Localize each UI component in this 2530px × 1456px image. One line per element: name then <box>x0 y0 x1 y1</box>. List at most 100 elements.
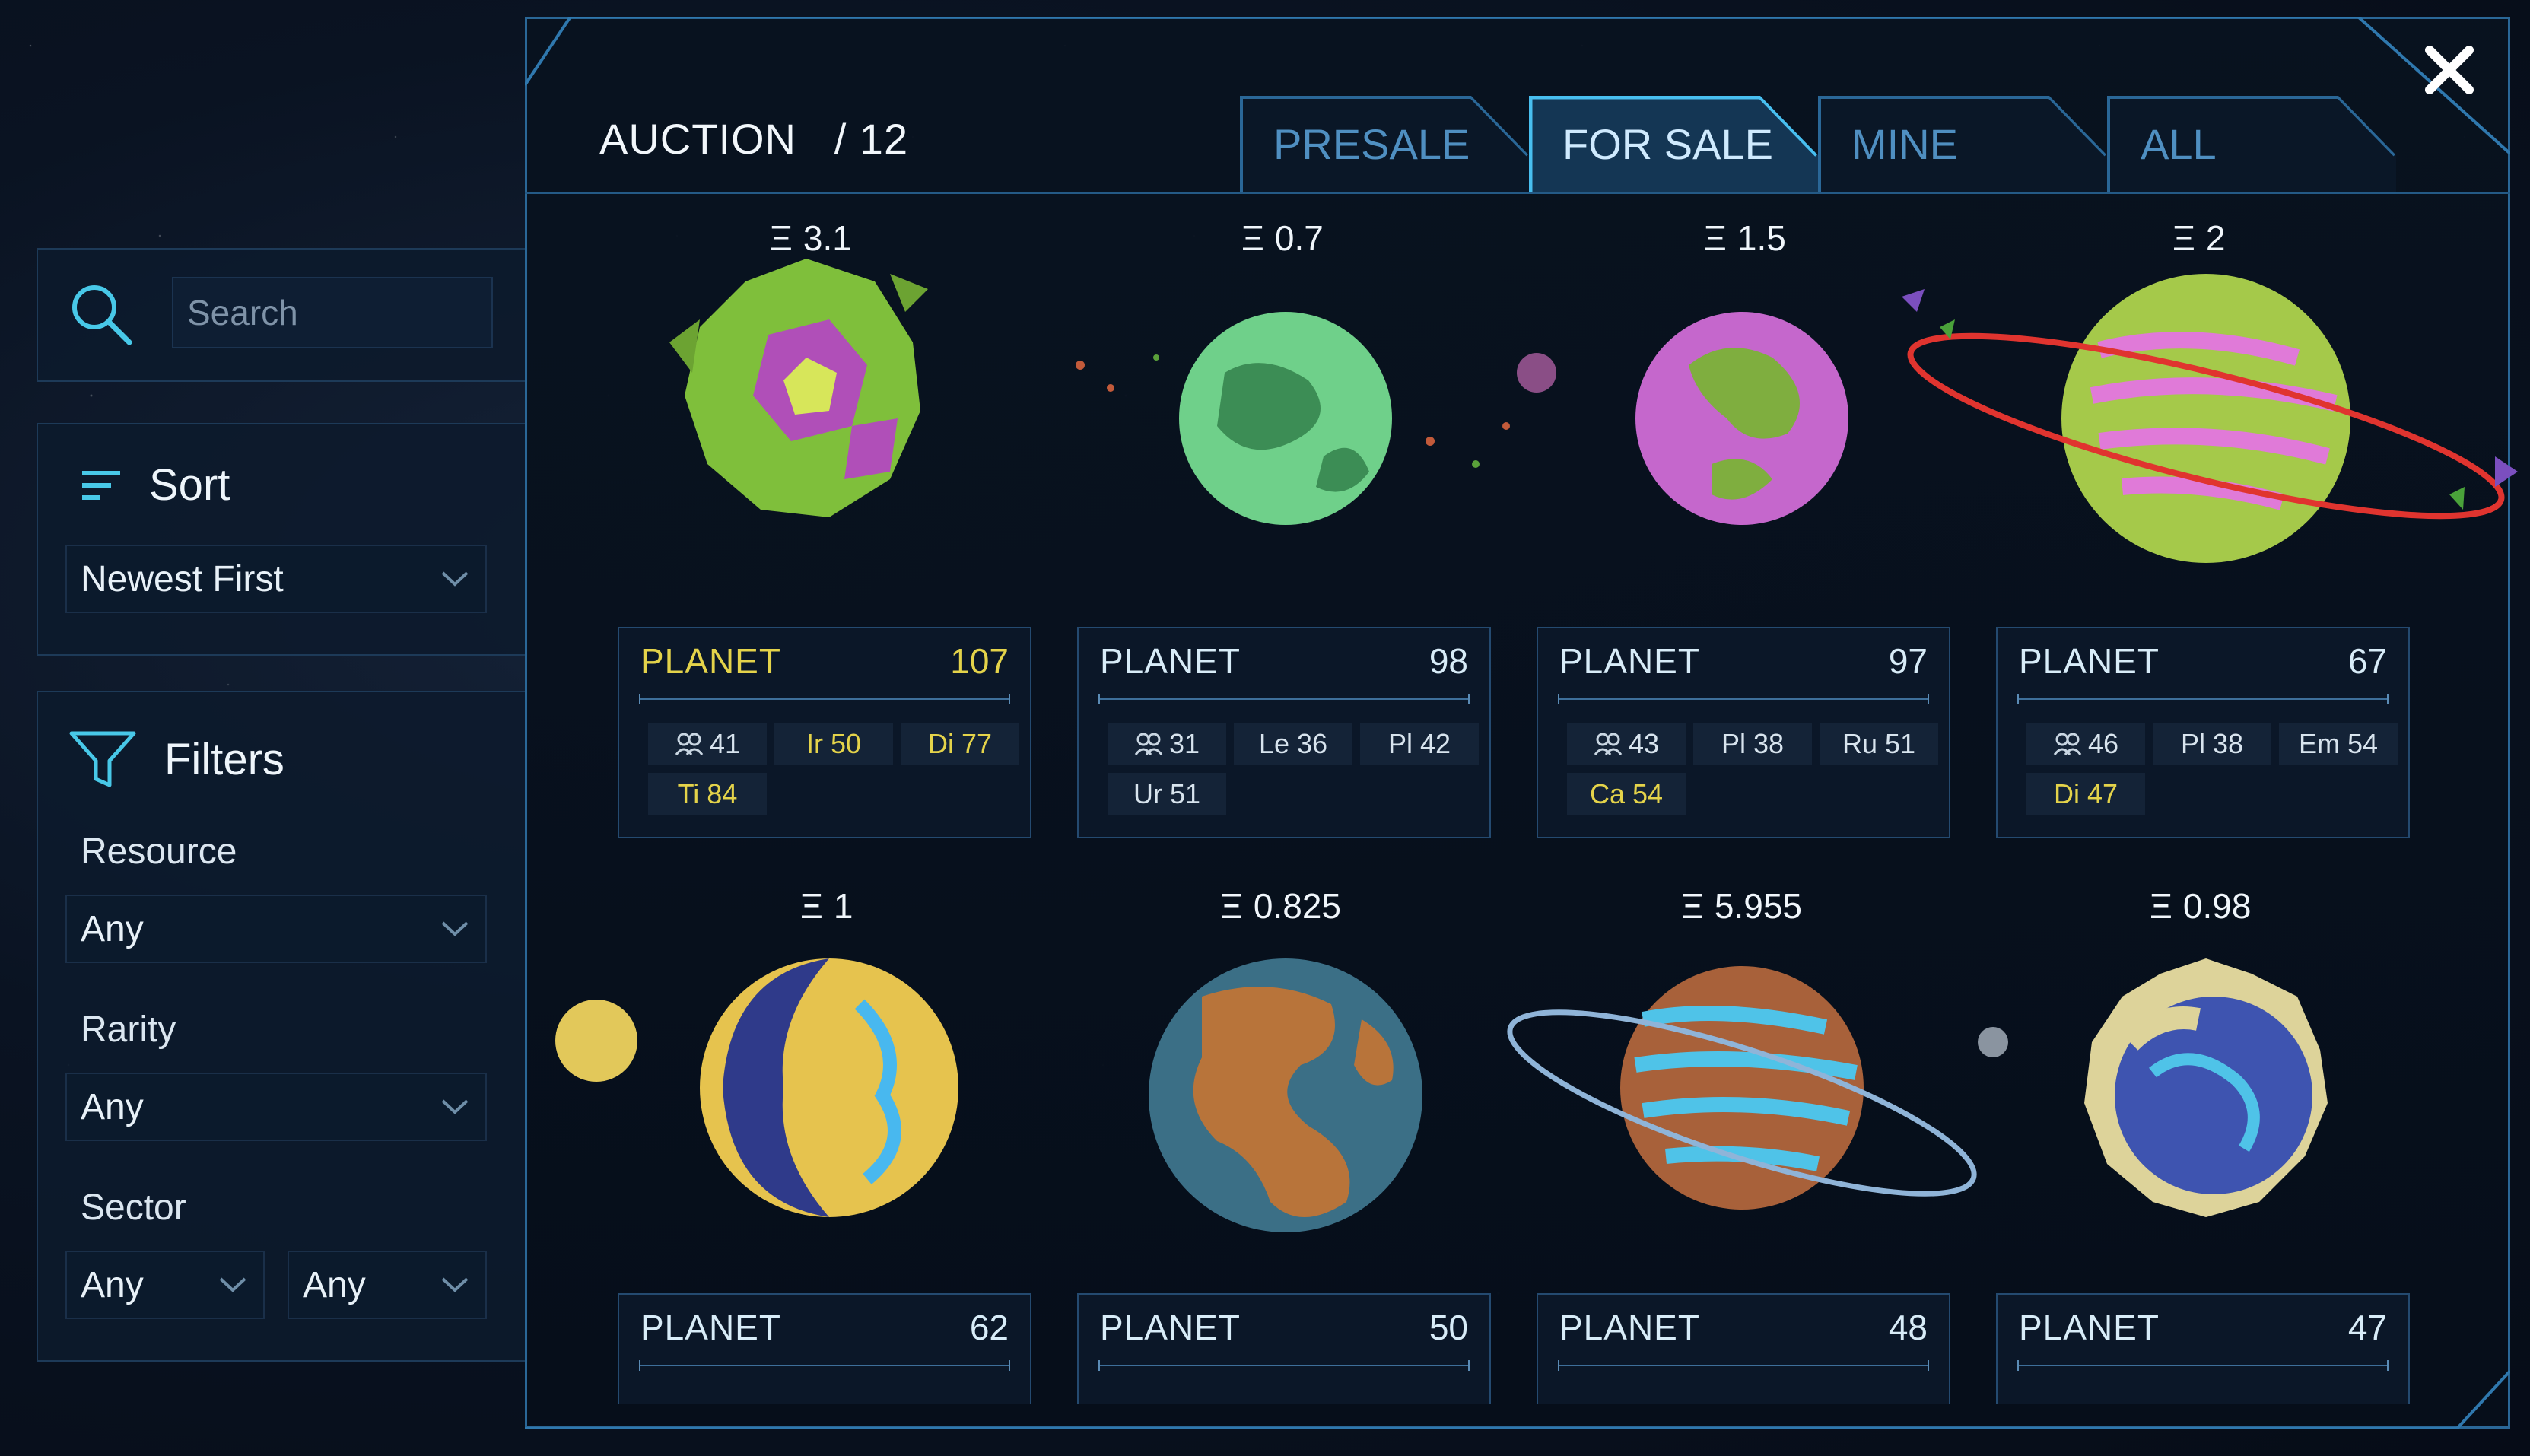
planet-price: Ξ 5.955 <box>1681 885 1802 927</box>
resource-chip: Ca 54 <box>1567 773 1686 815</box>
planet-price-value: 2 <box>2205 218 2226 258</box>
sector-dropdown-b[interactable]: Any <box>288 1251 487 1319</box>
card-divider <box>1098 694 1470 704</box>
chevron-down-icon <box>441 921 469 936</box>
sector-b-selected-value: Any <box>303 1264 366 1305</box>
planet-image[interactable] <box>548 913 974 1255</box>
filters-title: Filters <box>164 734 284 784</box>
eth-icon: Ξ <box>1241 218 1264 258</box>
resource-label: Resource <box>81 831 237 872</box>
planet-card-title: PLANET <box>1100 641 1241 681</box>
filters-header: Filters <box>68 729 284 790</box>
planet-image[interactable] <box>2069 951 2343 1225</box>
planet-price: Ξ 1.5 <box>1704 218 1786 259</box>
close-icon[interactable] <box>2419 40 2480 100</box>
planet-card[interactable]: PLANET 48 <box>1537 1293 1950 1404</box>
resource-chip: Em 54 <box>2279 723 2398 765</box>
eth-icon: Ξ <box>2150 886 2172 926</box>
auction-title-text: AUCTION <box>599 115 796 163</box>
filter-funnel-icon <box>69 731 136 787</box>
planet-card[interactable]: PLANET 67 46 Pl 38 Em 54 Di 47 <box>1996 627 2410 838</box>
resource-selected-value: Any <box>81 908 144 949</box>
eth-icon: Ξ <box>2172 218 2195 258</box>
resource-dropdown[interactable]: Any <box>65 895 487 963</box>
planet-price-value: 0.825 <box>1253 886 1342 926</box>
eth-icon: Ξ <box>1220 886 1243 926</box>
planet-card-number: 97 <box>1888 641 1928 681</box>
sort-dropdown[interactable]: Newest First <box>65 545 487 613</box>
resource-chip: Pl 38 <box>1693 723 1812 765</box>
planet-image[interactable] <box>639 228 974 563</box>
planet-card-number: 62 <box>969 1308 1009 1347</box>
search-input[interactable] <box>172 277 493 348</box>
population-chip: 43 <box>1567 723 1686 765</box>
tab-for-sale-label: FOR SALE <box>1562 119 1773 168</box>
population-value: 46 <box>2087 728 2119 759</box>
planet-price: Ξ 0.7 <box>1241 218 1324 259</box>
planet-card-title: PLANET <box>1559 1308 1700 1347</box>
planet-image[interactable] <box>1035 289 1552 548</box>
tab-presale-label: PRESALE <box>1273 119 1470 168</box>
population-chip: 41 <box>648 723 767 765</box>
planet-card-title: PLANET <box>640 641 781 681</box>
sort-selected-value: Newest First <box>81 558 284 599</box>
resource-chip: Di 77 <box>901 723 1019 765</box>
resource-chip: Di 47 <box>2026 773 2145 815</box>
planet-card-number: 50 <box>1429 1308 1468 1347</box>
sector-label: Sector <box>81 1187 186 1228</box>
planet-card-title: PLANET <box>2019 1308 2160 1347</box>
resource-chip: Ur 51 <box>1108 773 1226 815</box>
population-chip: 46 <box>2026 723 2145 765</box>
planet-card-title: PLANET <box>1100 1308 1241 1347</box>
planet-card[interactable]: PLANET 62 <box>618 1293 1031 1404</box>
tab-all-label: ALL <box>2141 119 2217 168</box>
planet-card[interactable]: PLANET 98 31 Le 36 Pl 42 Ur 51 <box>1077 627 1491 838</box>
filters-panel: Filters Resource Any Rarity Any Sector A… <box>37 691 528 1362</box>
planet-card[interactable]: PLANET 107 41 Ir 50 Di 77 Ti 84 <box>618 627 1031 838</box>
population-chip: 31 <box>1108 723 1226 765</box>
planet-card-title: PLANET <box>1559 641 1700 681</box>
resource-chip: Ir 50 <box>774 723 893 765</box>
card-divider <box>639 694 1010 704</box>
planet-card-number: 67 <box>2347 641 2387 681</box>
population-icon <box>2053 733 2082 755</box>
tab-mine-label: MINE <box>1851 119 1958 168</box>
planet-card[interactable]: PLANET 97 43 Pl 38 Ru 51 Ca 54 <box>1537 627 1950 838</box>
header-divider <box>525 192 2510 194</box>
chevron-down-icon <box>441 1277 469 1292</box>
auction-count: / 12 <box>834 115 909 163</box>
planet-price-value: 5.955 <box>1714 886 1803 926</box>
planet-card-number: 98 <box>1429 641 1468 681</box>
planet-price: Ξ 0.825 <box>1220 885 1341 927</box>
planet-price-value: 0.98 <box>2182 886 2252 926</box>
planet-price-value: 0.7 <box>1274 218 1324 258</box>
sort-panel: Sort Newest First <box>37 423 528 656</box>
sector-a-selected-value: Any <box>81 1264 144 1305</box>
rarity-selected-value: Any <box>81 1086 144 1127</box>
sort-icon <box>82 470 120 500</box>
resource-chip: Le 36 <box>1234 723 1352 765</box>
sort-header: Sort <box>81 459 230 510</box>
search-icon[interactable] <box>67 280 135 348</box>
planet-image[interactable] <box>1499 297 1864 540</box>
card-divider <box>639 1360 1010 1371</box>
auction-title: AUCTION / 12 <box>599 114 908 164</box>
card-divider <box>1558 694 1929 704</box>
planet-card-number: 47 <box>2347 1308 2387 1347</box>
planet-card[interactable]: PLANET 47 <box>1996 1293 2410 1404</box>
rarity-label: Rarity <box>81 1009 176 1050</box>
resource-chip: Pl 42 <box>1360 723 1479 765</box>
chevron-down-icon <box>441 571 469 587</box>
rarity-dropdown[interactable]: Any <box>65 1073 487 1141</box>
planet-card-number: 48 <box>1888 1308 1928 1347</box>
search-panel <box>37 248 528 382</box>
planet-card-title: PLANET <box>2019 641 2160 681</box>
population-value: 43 <box>1628 728 1660 759</box>
chevron-down-icon <box>441 1099 469 1114</box>
planet-image[interactable] <box>1871 266 2530 571</box>
planet-image[interactable] <box>1491 936 2008 1255</box>
planet-card[interactable]: PLANET 50 <box>1077 1293 1491 1404</box>
sector-dropdown-a[interactable]: Any <box>65 1251 265 1319</box>
planet-image[interactable] <box>1118 928 1453 1263</box>
planet-price: Ξ 2 <box>2172 218 2226 259</box>
